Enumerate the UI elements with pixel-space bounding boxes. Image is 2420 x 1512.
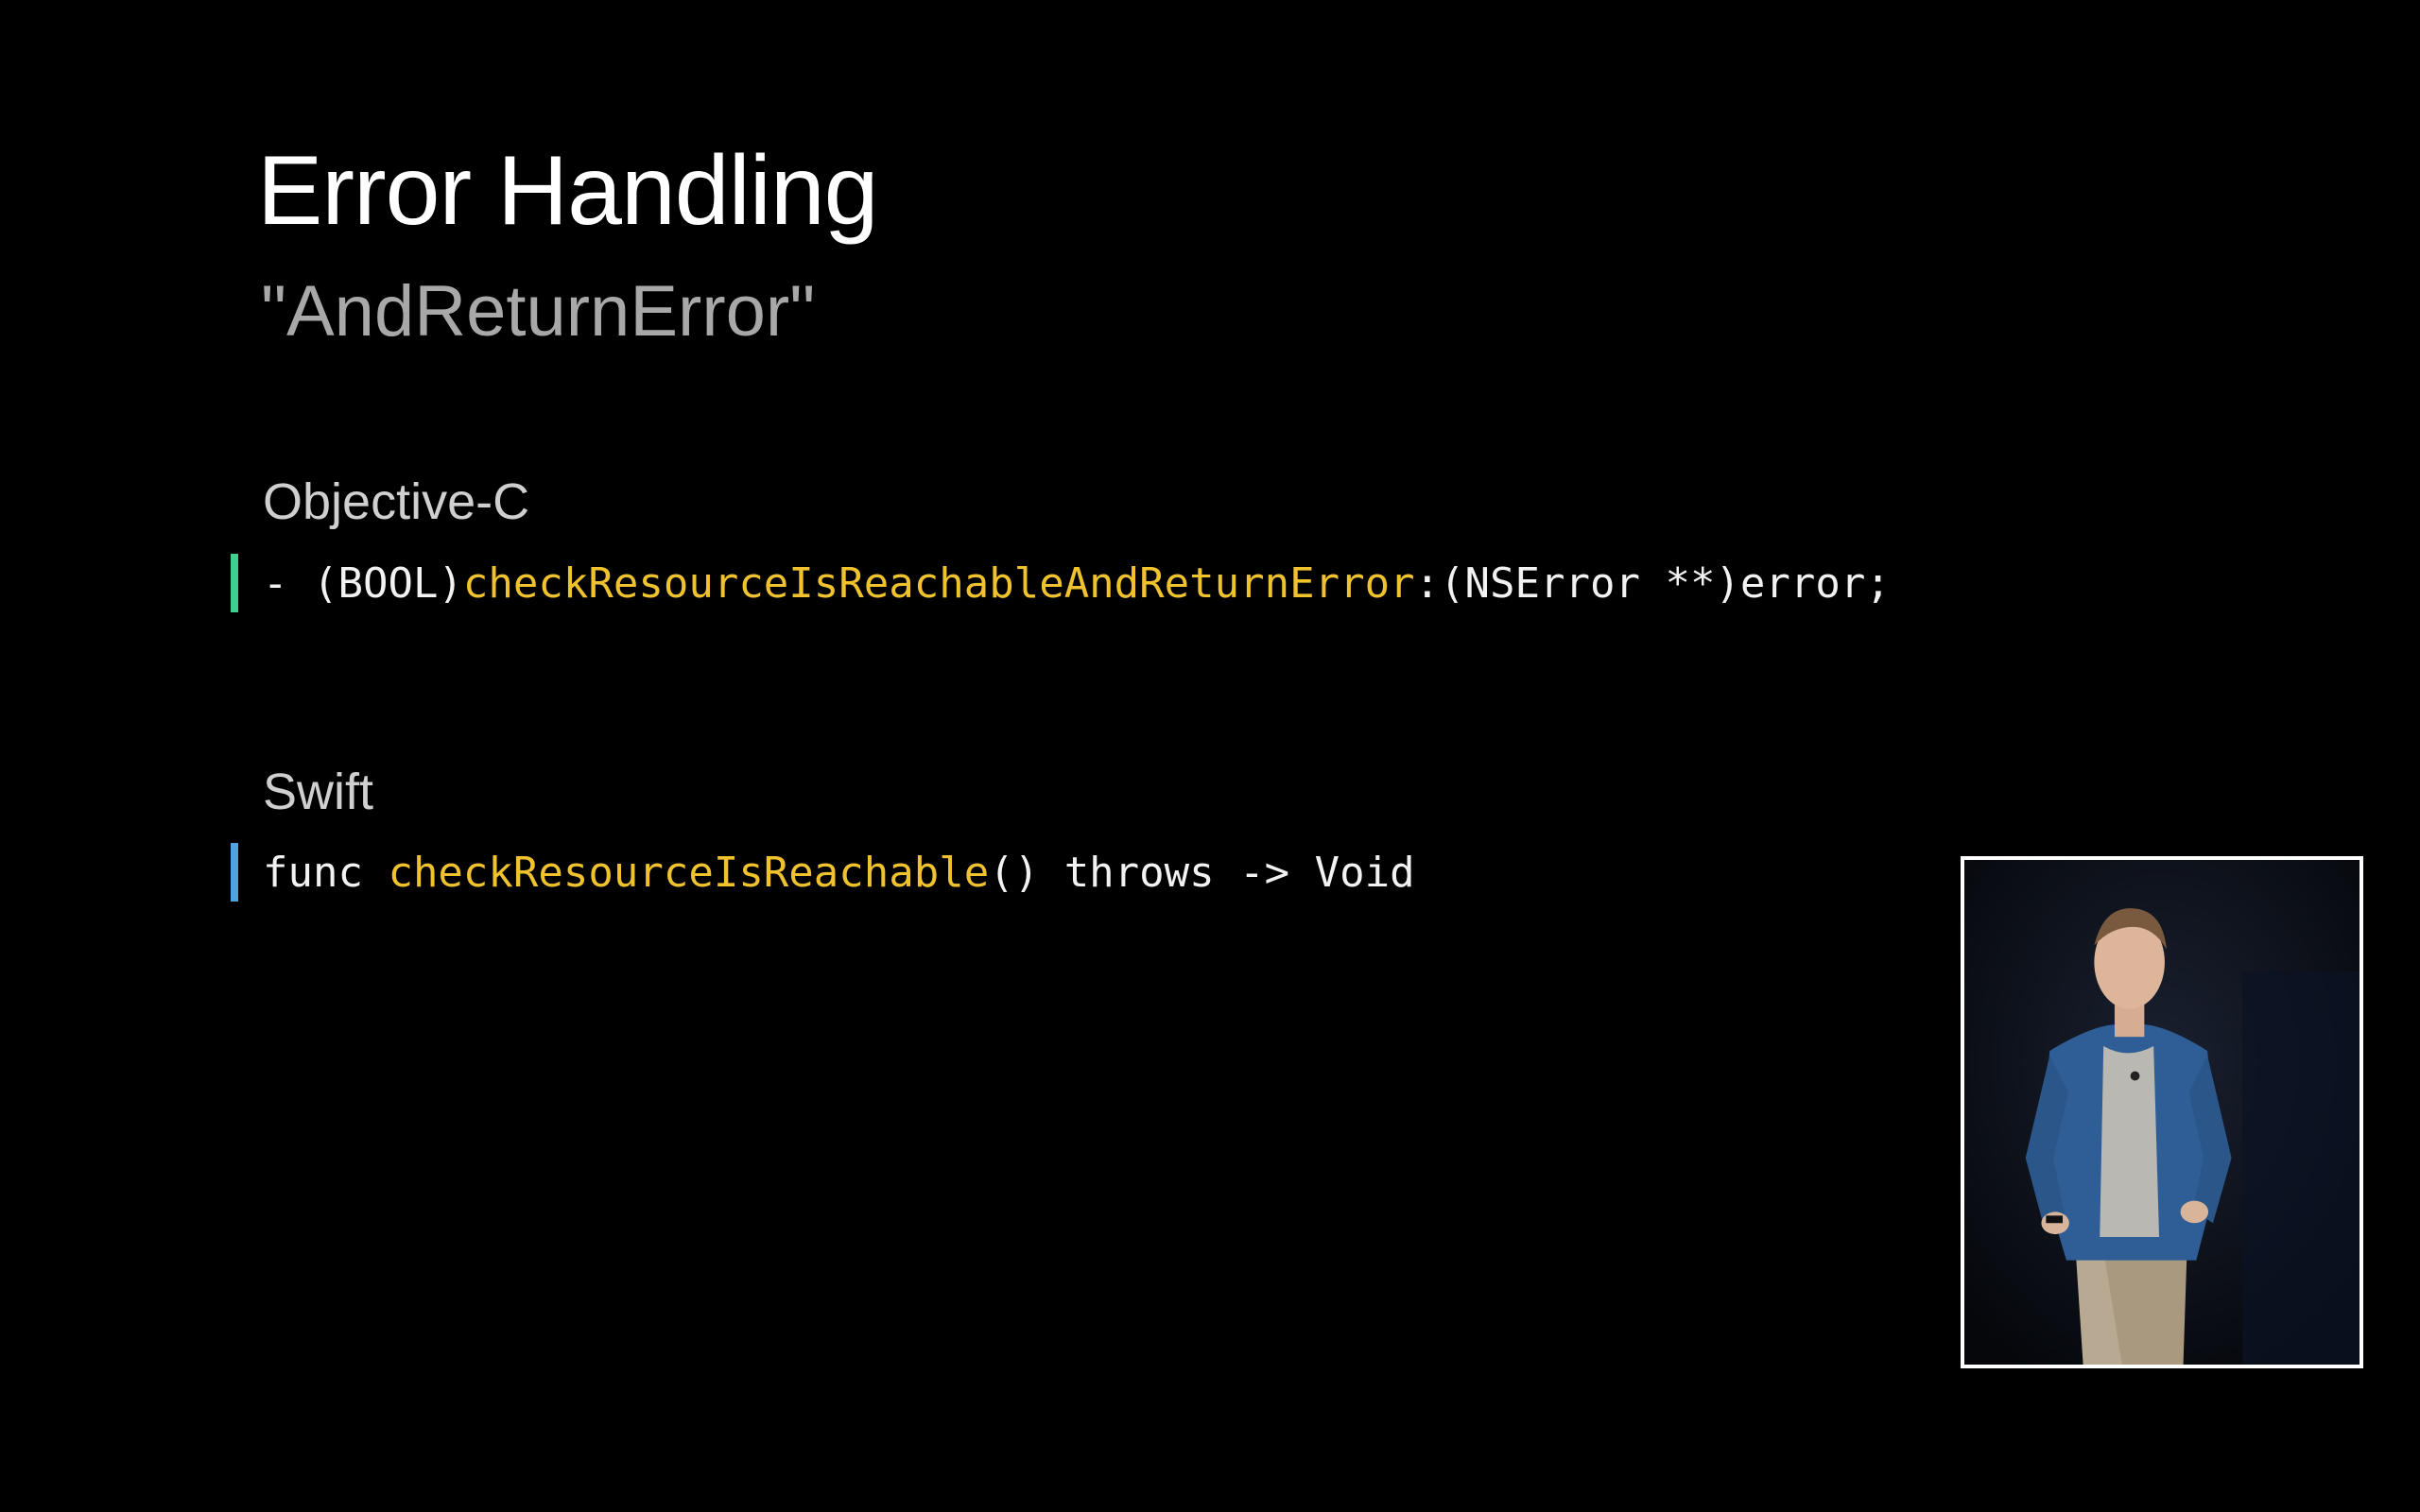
objc-code-marker <box>231 554 238 612</box>
objc-code-method: checkResourceIsReachableAndReturnError <box>462 558 1415 608</box>
swift-code-line: func checkResourceIsReachable() throws -… <box>231 841 1415 903</box>
slide-title: Error Handling <box>257 136 879 246</box>
swift-code-suffix: () throws -> Void <box>989 848 1415 897</box>
slide-subtitle: "AndReturnError" <box>261 271 816 352</box>
objc-code-suffix: :(NSError **)error; <box>1414 558 1891 608</box>
objc-label: Objective-C <box>263 473 530 530</box>
swift-code-prefix: func <box>263 848 389 897</box>
presenter-video <box>1961 856 2363 1368</box>
presentation-slide: Error Handling "AndReturnError" Objectiv… <box>0 0 2420 1512</box>
objc-code-line: - (BOOL) checkResourceIsReachableAndRetur… <box>231 552 1891 614</box>
swift-code-marker <box>231 843 238 902</box>
presenter-video-icon <box>1964 860 2360 1365</box>
swift-label: Swift <box>263 764 374 820</box>
objc-code-prefix: - (BOOL) <box>263 558 463 608</box>
swift-code-method: checkResourceIsReachable <box>388 848 990 897</box>
